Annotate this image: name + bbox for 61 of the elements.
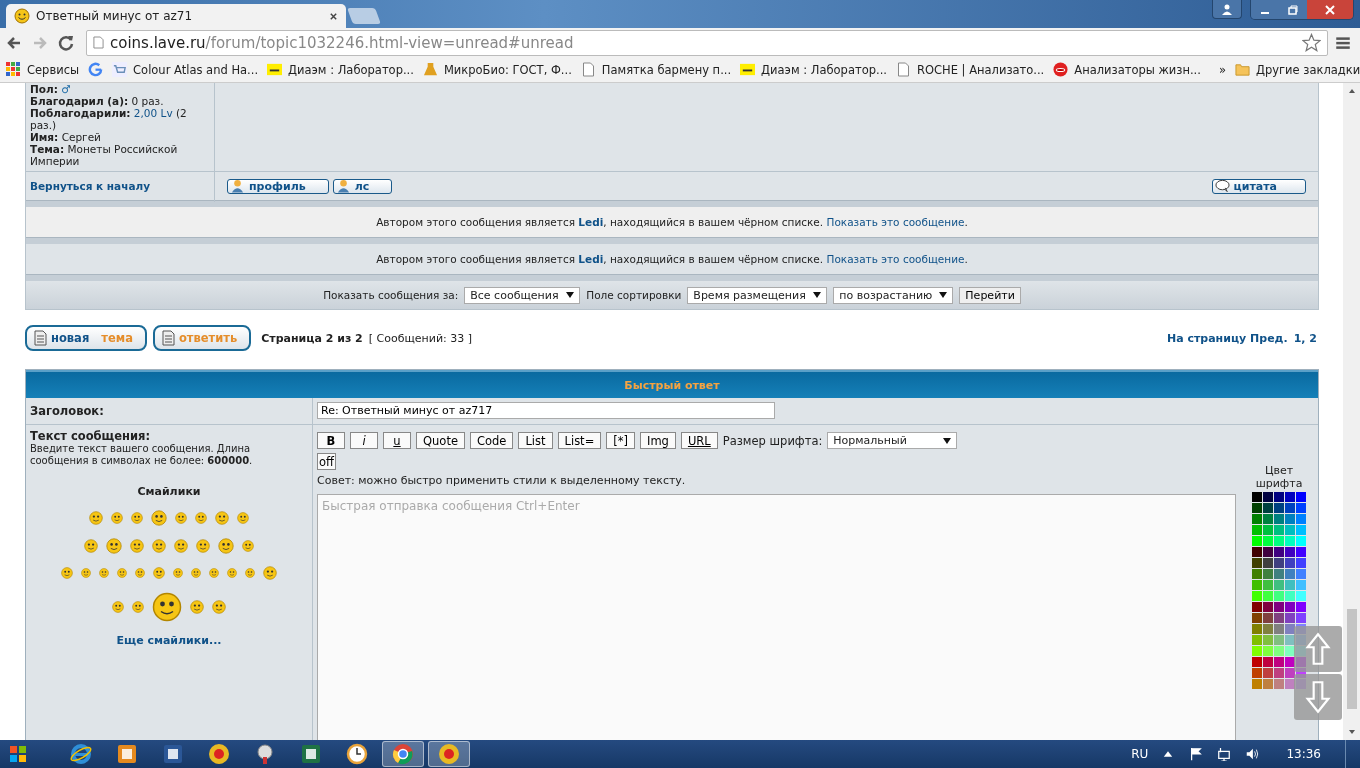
period-select[interactable]: Все сообщения	[464, 286, 581, 304]
format-button[interactable]: i	[350, 432, 378, 449]
profile-field: Имя: Сергей	[30, 131, 210, 143]
profile-action-button[interactable]: лс	[332, 178, 393, 194]
off-button[interactable]: off	[317, 453, 336, 470]
bookmark[interactable]: Анализаторы жизн...	[1053, 62, 1201, 77]
sort-field-select[interactable]: Время размещения	[687, 286, 828, 304]
format-button[interactable]: Code	[469, 432, 514, 449]
format-button[interactable]: [*]	[606, 432, 635, 449]
browser-tab[interactable]: Ответный минус от az71	[6, 4, 346, 28]
more-smilies-link[interactable]: Еще смайлики...	[116, 634, 222, 647]
bookmark[interactable]: Colour Atlas and Ha...	[112, 62, 259, 77]
tip-text: Совет: можно быстро применить стили к выделенному тексту.	[317, 474, 687, 487]
profile-field: Пол: ♂	[30, 83, 210, 95]
new-topic-button[interactable]: новая тема	[25, 325, 147, 351]
format-button[interactable]: List=	[557, 432, 602, 449]
message-hint: Введите текст вашего сообщения. Длина сообщения в символах не более: 600000.	[30, 443, 254, 467]
language-indicator[interactable]: RU	[1127, 747, 1153, 761]
sort-order-select[interactable]: по возрастанию	[833, 286, 954, 304]
format-button[interactable]: List	[518, 432, 553, 449]
quick-reply-header: Быстрый ответ	[26, 370, 1318, 398]
bookmark[interactable]: Диаэм : Лаборатор...	[740, 62, 887, 77]
profile-field: Поблагодарили: 2,00 Lv (2 раз.)	[30, 107, 210, 131]
format-button[interactable]: Quote	[416, 432, 465, 449]
format-button[interactable]: URL	[680, 432, 718, 449]
quote-button[interactable]: цитата	[1211, 178, 1306, 194]
address-bar[interactable]: coins.lave.ru/forum/topic1032246.html-view=unread#unread	[86, 29, 1328, 56]
bookmark[interactable]: Диаэм : Лаборатор...	[267, 62, 414, 77]
format-button[interactable]: B	[317, 432, 345, 449]
back-to-top-link[interactable]: Вернуться к началу	[30, 180, 151, 192]
page-links[interactable]: 1, 2	[1293, 331, 1317, 345]
bookmark[interactable]: Сервисы	[6, 62, 80, 77]
message-field[interactable]: Быстрая отправка сообщения Ctrl+Enter	[317, 494, 1236, 740]
profile-field: Тема: Монеты Российской Империи	[30, 143, 210, 167]
bookmark[interactable]: МикроБио: ГОСТ, Ф...	[422, 62, 572, 77]
profile-action-button[interactable]: профиль	[227, 178, 329, 194]
page-info: Страница 2 из 2	[261, 331, 363, 345]
format-button[interactable]: Img	[640, 432, 676, 449]
format-button[interactable]: u	[383, 432, 411, 449]
bookmark[interactable]: Памятка бармену п...	[580, 62, 732, 77]
filter-label: Показать сообщения за:	[323, 289, 459, 301]
blocked-notice: Автором этого сообщения является Ledi, находящийся в вашем чёрном списке. Показать это сообщение.	[376, 253, 968, 265]
other-bookmarks[interactable]: Другие закладки	[1234, 62, 1360, 77]
smilies-title: Смайлики	[137, 485, 201, 498]
subject-label: Заголовок:	[30, 404, 105, 418]
post-count: [ Сообщений: 33 ]	[368, 331, 473, 345]
profile-field: Благодарил (а): 0 раз.	[30, 95, 210, 107]
pagination-label: На страницу Пред.	[1166, 331, 1288, 345]
font-size-select[interactable]: Нормальный	[827, 432, 958, 449]
font-color-label: Цвет шрифта	[1254, 464, 1304, 490]
subject-field[interactable]: Re: Ответный минус от az717	[317, 402, 775, 419]
tab-title: Ответный минус от az71	[36, 9, 194, 23]
blocked-notice: Автором этого сообщения является Ledi, находящийся в вашем чёрном списке. Показать это сообщение.	[376, 216, 968, 228]
more-bookmarks-button[interactable]: »	[1218, 62, 1226, 77]
go-button[interactable]: Перейти	[959, 286, 1021, 304]
message-label: Текст сообщения:	[30, 429, 152, 443]
bookmark[interactable]: ROCHE | Анализато...	[895, 62, 1045, 77]
clock-time[interactable]: 13:36	[1282, 747, 1325, 761]
sort-label: Поле сортировки	[586, 289, 682, 301]
url-text: coins.lave.ru/forum/topic1032246.html-view=unread#unread	[110, 33, 575, 52]
font-size-label: Размер шрифта:	[722, 433, 823, 448]
